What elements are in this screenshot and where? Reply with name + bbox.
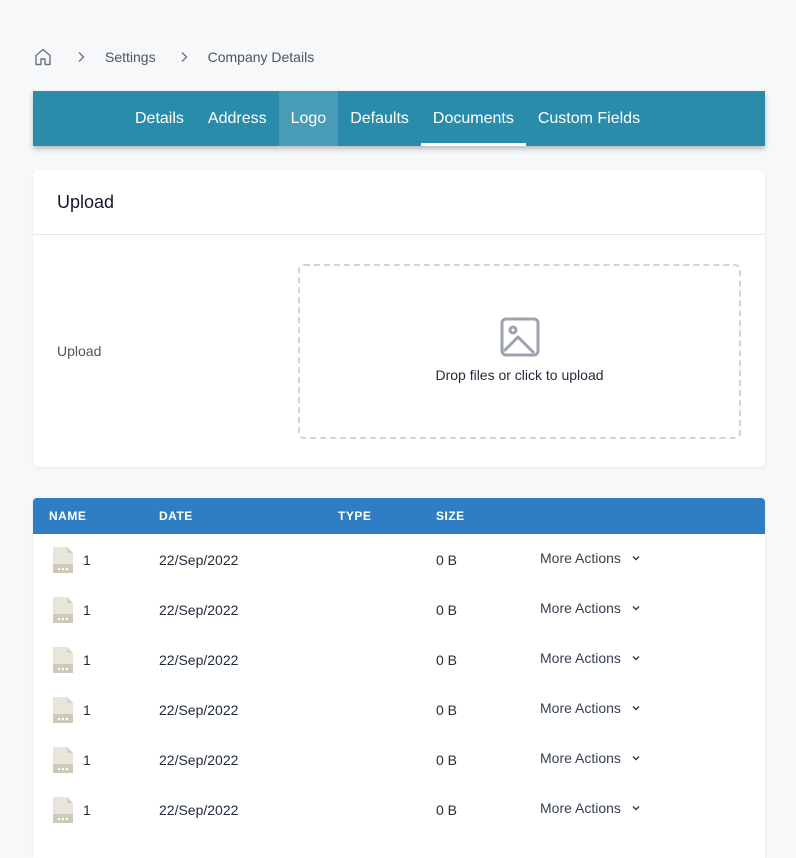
tab-custom-fields[interactable]: Custom Fields: [526, 91, 652, 146]
more-actions-label: More Actions: [540, 800, 621, 816]
more-actions-dropdown[interactable]: More Actions: [540, 800, 641, 816]
file-size: 0 B: [436, 752, 458, 768]
chevron-down-icon: [631, 653, 641, 663]
tab-bar-spacer: [33, 91, 123, 146]
file-icon: [53, 547, 73, 573]
more-actions-label: More Actions: [540, 700, 621, 716]
more-actions-dropdown[interactable]: More Actions: [540, 750, 641, 766]
dropzone-text: Drop files or click to upload: [435, 366, 604, 383]
file-date: 22/Sep/2022: [159, 752, 239, 768]
file-name: 1: [83, 552, 91, 568]
breadcrumb-company-details[interactable]: Company Details: [208, 49, 315, 65]
file-size: 0 B: [436, 652, 458, 668]
column-header-date[interactable]: DATE: [159, 509, 193, 523]
table-row: 1 22/Sep/2022 0 B More Actions: [33, 734, 765, 784]
more-actions-dropdown[interactable]: More Actions: [540, 700, 641, 716]
file-size: 0 B: [436, 702, 458, 718]
table-body: 1 22/Sep/2022 0 B More Actions 1 22/Sep/…: [33, 534, 765, 834]
more-actions-label: More Actions: [540, 750, 621, 766]
file-size: 0 B: [436, 552, 458, 568]
file-name: 1: [83, 702, 91, 718]
more-actions-dropdown[interactable]: More Actions: [540, 550, 641, 566]
chevron-down-icon: [631, 703, 641, 713]
tab-logo[interactable]: Logo: [278, 91, 339, 146]
chevron-down-icon: [631, 603, 641, 613]
file-date: 22/Sep/2022: [159, 802, 239, 818]
upload-field-label: Upload: [57, 343, 102, 359]
file-size: 0 B: [436, 802, 458, 818]
file-date: 22/Sep/2022: [159, 552, 239, 568]
tab-address[interactable]: Address: [196, 91, 279, 146]
file-name: 1: [83, 652, 91, 668]
column-header-size[interactable]: SIZE: [436, 509, 465, 523]
more-actions-dropdown[interactable]: More Actions: [540, 650, 641, 666]
more-actions-label: More Actions: [540, 600, 621, 616]
table-header: NAME DATE TYPE SIZE: [33, 498, 765, 534]
tab-documents[interactable]: Documents: [420, 91, 526, 146]
documents-table: NAME DATE TYPE SIZE 1 22/Sep/2022 0 B Mo…: [33, 498, 765, 858]
file-icon: [53, 647, 73, 673]
column-header-type[interactable]: TYPE: [338, 509, 371, 523]
settings-tab-bar: Details Address Logo Defaults Documents …: [33, 91, 765, 146]
chevron-right-icon: [75, 51, 87, 63]
file-size: 0 B: [436, 602, 458, 618]
file-name: 1: [83, 602, 91, 618]
tab-details[interactable]: Details: [123, 91, 196, 146]
upload-dropzone[interactable]: Drop files or click to upload: [298, 264, 741, 439]
chevron-right-icon: [178, 51, 190, 63]
table-row: 1 22/Sep/2022 0 B More Actions: [33, 584, 765, 634]
chevron-down-icon: [631, 553, 641, 563]
upload-card-title: Upload: [33, 170, 765, 235]
more-actions-dropdown[interactable]: More Actions: [540, 600, 641, 616]
file-icon: [53, 697, 73, 723]
file-name: 1: [83, 802, 91, 818]
upload-card: Upload Upload Drop files or click to upl…: [33, 170, 765, 467]
upload-card-body: Upload Drop files or click to upload: [33, 235, 765, 466]
file-name: 1: [83, 752, 91, 768]
chevron-down-icon: [631, 803, 641, 813]
column-header-name[interactable]: NAME: [49, 509, 86, 523]
table-row: 1 22/Sep/2022 0 B More Actions: [33, 684, 765, 734]
file-icon: [53, 747, 73, 773]
file-date: 22/Sep/2022: [159, 602, 239, 618]
table-row: 1 22/Sep/2022 0 B More Actions: [33, 784, 765, 834]
table-row: 1 22/Sep/2022 0 B More Actions: [33, 634, 765, 684]
file-date: 22/Sep/2022: [159, 652, 239, 668]
tab-defaults[interactable]: Defaults: [338, 91, 421, 146]
home-icon[interactable]: [33, 47, 53, 67]
file-icon: [53, 797, 73, 823]
breadcrumb-settings[interactable]: Settings: [105, 49, 156, 65]
table-row: 1 22/Sep/2022 0 B More Actions: [33, 534, 765, 584]
breadcrumb: Settings Company Details: [33, 46, 314, 68]
image-icon: [498, 315, 542, 359]
more-actions-label: More Actions: [540, 650, 621, 666]
chevron-down-icon: [631, 753, 641, 763]
file-icon: [53, 597, 73, 623]
file-date: 22/Sep/2022: [159, 702, 239, 718]
more-actions-label: More Actions: [540, 550, 621, 566]
